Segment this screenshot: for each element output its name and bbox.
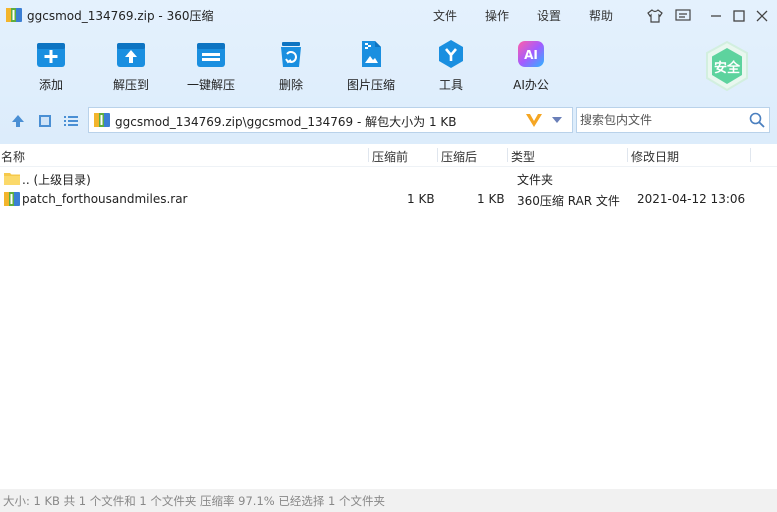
delete-label: 删除 <box>278 78 303 92</box>
image-compress-icon <box>362 41 381 67</box>
delete-icon <box>281 42 301 67</box>
file-size-before: 1 KB <box>407 192 435 206</box>
column-modified[interactable]: 修改日期 <box>631 148 679 165</box>
extract-to-label: 解压到 <box>112 78 149 92</box>
search-input[interactable] <box>580 111 740 129</box>
one-click-extract-icon <box>197 43 225 67</box>
window-title: ggcsmod_134769.zip - 360压缩 <box>27 9 214 23</box>
column-divider[interactable] <box>437 148 438 162</box>
delete-button[interactable]: 删除 <box>255 38 327 98</box>
menu-file[interactable]: 文件 <box>433 7 457 24</box>
up-arrow-icon[interactable] <box>10 113 26 129</box>
search-icon[interactable] <box>749 112 765 128</box>
close-icon[interactable] <box>753 7 771 25</box>
column-name[interactable]: 名称 <box>1 148 25 165</box>
image-compress-label: 图片压缩 <box>346 78 395 92</box>
add-archive-icon <box>37 43 65 67</box>
status-bar: 大小: 1 KB 共 1 个文件和 1 个文件夹 压缩率 97.1% 已经选择 … <box>0 489 777 512</box>
column-divider[interactable] <box>368 148 369 162</box>
app-archive-icon <box>6 8 22 22</box>
column-divider[interactable] <box>750 148 751 162</box>
list-view-icon[interactable] <box>63 113 79 129</box>
file-modified: 2021-04-12 13:06 <box>637 192 746 206</box>
file-name: patch_forthousandmiles.rar <box>22 192 188 206</box>
column-divider[interactable] <box>507 148 508 162</box>
add-label: 添加 <box>38 78 63 92</box>
address-bar[interactable]: ggcsmod_134769.zip\ggcsmod_134769 - 解包大小… <box>88 107 573 133</box>
svg-text:AI: AI <box>524 48 538 62</box>
ai-office-button[interactable]: AI AI办公 <box>495 38 567 98</box>
v-logo-icon[interactable] <box>525 112 543 128</box>
tools-label: 工具 <box>438 78 463 92</box>
address-path: ggcsmod_134769.zip\ggcsmod_134769 - 解包大小… <box>115 115 457 129</box>
minimize-icon[interactable] <box>707 7 725 25</box>
menu-operate[interactable]: 操作 <box>485 7 509 24</box>
tools-icon <box>439 40 463 68</box>
status-text: 大小: 1 KB 共 1 个文件和 1 个文件夹 压缩率 97.1% 已经选择 … <box>3 494 385 508</box>
column-divider[interactable] <box>627 148 628 162</box>
file-type: 文件夹 <box>517 173 554 187</box>
ai-office-icon: AI <box>518 41 544 67</box>
menu-settings[interactable]: 设置 <box>537 7 561 24</box>
column-size-before[interactable]: 压缩前 <box>372 148 408 165</box>
image-compress-button[interactable]: 图片压缩 <box>335 38 407 98</box>
file-row-parent[interactable]: .. (上级目录) 文件夹 <box>0 168 777 189</box>
menu-help[interactable]: 帮助 <box>589 7 613 24</box>
chevron-down-icon[interactable] <box>552 117 562 124</box>
column-size-after[interactable]: 压缩后 <box>441 148 477 165</box>
feedback-icon[interactable] <box>674 7 692 25</box>
extract-to-icon <box>117 43 145 67</box>
one-click-extract-button[interactable]: 一键解压 <box>175 38 247 98</box>
thumbnail-view-icon[interactable] <box>37 113 53 129</box>
rar-file-icon <box>4 192 20 206</box>
folder-icon <box>4 173 20 185</box>
search-box[interactable] <box>576 107 770 133</box>
security-badge-label: 安全 <box>713 61 740 76</box>
ai-office-label: AI办公 <box>513 78 549 92</box>
archive-icon <box>94 113 110 127</box>
column-type[interactable]: 类型 <box>511 148 535 165</box>
one-click-extract-label: 一键解压 <box>186 78 235 92</box>
file-row[interactable]: patch_forthousandmiles.rar 1 KB 1 KB 360… <box>0 189 777 210</box>
file-size-after: 1 KB <box>477 192 505 206</box>
maximize-icon[interactable] <box>730 7 748 25</box>
column-header-row: 名称 压缩前 压缩后 类型 修改日期 <box>0 144 777 167</box>
skin-shirt-icon[interactable] <box>646 7 664 25</box>
add-button[interactable]: 添加 <box>15 38 87 98</box>
tools-button[interactable]: 工具 <box>415 38 487 98</box>
extract-to-button[interactable]: 解压到 <box>95 38 167 98</box>
file-type: 360压缩 RAR 文件 <box>517 194 620 208</box>
file-name: .. (上级目录) <box>22 173 91 187</box>
